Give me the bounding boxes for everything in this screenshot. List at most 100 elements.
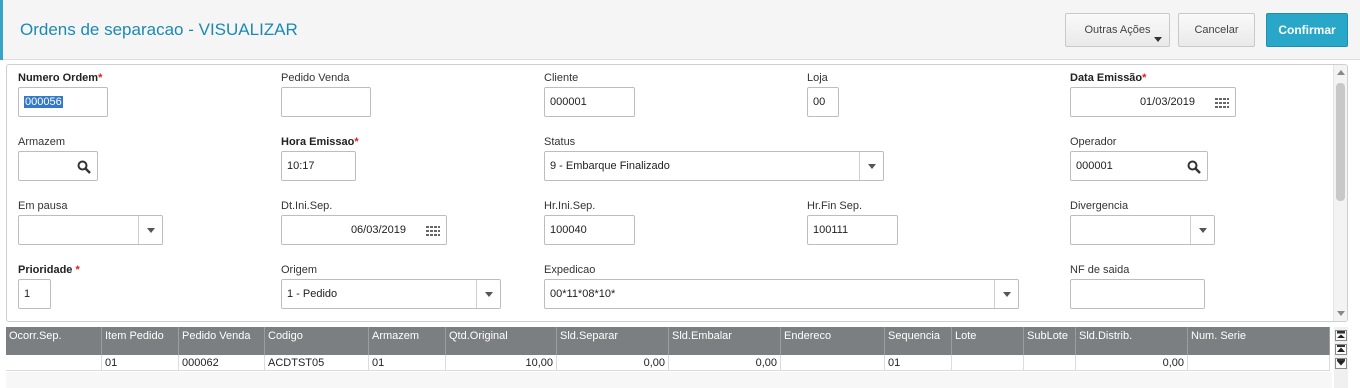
pedido-venda-label: Pedido Venda: [281, 72, 350, 84]
table-row[interactable]: 01 000062 ACDTST05 01 10,00 0,00 0,00 01…: [6, 355, 1330, 371]
required-mark: *: [1142, 72, 1147, 84]
col-sld-separar[interactable]: Sld.Separar: [557, 327, 669, 355]
loja-field[interactable]: 00: [807, 87, 839, 117]
divergencia-label: Divergencia: [1070, 200, 1129, 212]
search-icon[interactable]: [1187, 160, 1201, 174]
calendar-icon[interactable]: [1215, 96, 1229, 110]
hora-emissao-field[interactable]: 10:17: [281, 151, 356, 181]
chevron-down-icon[interactable]: [859, 152, 883, 180]
operador-label: Operador: [1070, 136, 1117, 148]
cell-num-serie: [1188, 355, 1330, 371]
form-scrollbar[interactable]: [1333, 65, 1347, 321]
scroll-top-icon[interactable]: [1335, 330, 1347, 341]
cell-armazem: 01: [369, 355, 446, 371]
em-pausa-select[interactable]: [18, 215, 163, 245]
scroll-up-icon[interactable]: [1335, 344, 1347, 355]
chevron-down-icon[interactable]: [1190, 216, 1214, 244]
origem-label: Origem: [281, 264, 318, 276]
page-title: Ordens de separacao - VISUALIZAR: [20, 20, 298, 39]
armazem-field[interactable]: [18, 151, 98, 181]
col-pedido-venda[interactable]: Pedido Venda: [179, 327, 265, 355]
col-sld-embalar[interactable]: Sld.Embalar: [669, 327, 781, 355]
required-mark: *: [98, 72, 103, 84]
form-panel: Numero Ordem* 000056 Pedido Venda Client…: [6, 64, 1348, 322]
pedido-venda-field[interactable]: [281, 87, 371, 117]
down-arrow-icon: [1337, 361, 1345, 366]
divergencia-select[interactable]: [1070, 215, 1215, 245]
cell-sld-separar: 0,00: [557, 355, 669, 371]
dt-ini-sep-field[interactable]: 06/03/2019: [281, 215, 447, 245]
col-item-pedido[interactable]: Item Pedido: [102, 327, 179, 355]
search-icon[interactable]: [77, 160, 91, 174]
cliente-field[interactable]: 000001: [544, 87, 635, 117]
cell-sld-embalar: 0,00: [669, 355, 781, 371]
origem-value: 1 - Pedido: [287, 288, 338, 300]
double-up-arrow-icon: [1337, 332, 1345, 338]
col-num-serie[interactable]: Num. Serie: [1188, 327, 1330, 355]
expedicao-label: Expedicao: [544, 264, 596, 276]
dt-ini-sep-label: Dt.Ini.Sep.: [281, 200, 333, 212]
cell-qtd-original: 10,00: [446, 355, 557, 371]
hr-ini-sep-field[interactable]: 100040: [544, 215, 635, 245]
cell-ocorr-sep: [6, 355, 102, 371]
cell-pedido-venda: 000062: [179, 355, 265, 371]
col-armazem[interactable]: Armazem: [369, 327, 446, 355]
data-emissao-value: 01/03/2019: [1139, 96, 1195, 108]
cell-codigo: ACDTST05: [265, 355, 369, 371]
prioridade-label: Prioridade *: [18, 264, 80, 276]
hr-fin-sep-field[interactable]: 100111: [807, 215, 898, 245]
numero-ordem-field[interactable]: 000056: [18, 87, 108, 117]
calendar-icon[interactable]: [426, 224, 440, 238]
armazem-label: Armazem: [18, 136, 66, 148]
cell-endereco: [781, 355, 885, 371]
cell-sublote: [1024, 355, 1076, 371]
scroll-up-arrow-icon[interactable]: [1337, 70, 1345, 75]
nf-saida-field[interactable]: [1070, 279, 1205, 309]
chevron-down-icon[interactable]: [994, 280, 1018, 308]
cell-lote: [952, 355, 1024, 371]
dt-ini-sep-value: 06/03/2019: [350, 224, 406, 236]
required-mark: *: [354, 136, 359, 148]
prioridade-field[interactable]: 1: [18, 279, 51, 309]
operador-field[interactable]: 000001: [1070, 151, 1208, 181]
hr-fin-sep-label: Hr.Fin Sep.: [807, 200, 863, 212]
col-qtd-original[interactable]: Qtd.Original: [446, 327, 557, 355]
origem-select[interactable]: 1 - Pedido: [281, 279, 501, 309]
hora-emissao-label-text: Hora Emissao: [281, 136, 355, 148]
col-codigo[interactable]: Codigo: [265, 327, 369, 355]
header-bar: Ordens de separacao - VISUALIZAR Outras …: [0, 0, 1360, 60]
caret-down-icon: [1154, 37, 1162, 42]
status-select[interactable]: 9 - Embarque Finalizado: [544, 151, 884, 181]
numero-ordem-label-text: Numero Ordem: [18, 72, 99, 84]
cancel-button[interactable]: Cancelar: [1178, 13, 1255, 47]
data-emissao-field[interactable]: 01/03/2019: [1070, 87, 1236, 117]
em-pausa-label: Em pausa: [18, 200, 68, 212]
cell-sequencia: 01: [885, 355, 952, 371]
other-actions-label: Outras Ações: [1084, 24, 1151, 36]
hora-emissao-label: Hora Emissao*: [281, 136, 359, 148]
data-emissao-label-text: Data Emissão: [1070, 72, 1143, 84]
col-sequencia[interactable]: Sequencia: [885, 327, 952, 355]
scroll-down-arrow-icon[interactable]: [1337, 311, 1345, 316]
col-sublote[interactable]: SubLote: [1024, 327, 1076, 355]
expedicao-value: 00*11*08*10*: [550, 288, 616, 300]
col-endereco[interactable]: Endereco: [781, 327, 885, 355]
chevron-down-icon[interactable]: [138, 216, 162, 244]
loja-label: Loja: [807, 72, 828, 84]
scrollbar-thumb[interactable]: [1336, 83, 1345, 201]
expedicao-select[interactable]: 00*11*08*10*: [544, 279, 1019, 309]
col-sld-distrib[interactable]: Sld.Distrib.: [1076, 327, 1188, 355]
cell-sld-distrib: 0,00: [1076, 355, 1188, 371]
chevron-down-icon[interactable]: [476, 280, 500, 308]
hr-ini-sep-label: Hr.Ini.Sep.: [544, 200, 596, 212]
col-lote[interactable]: Lote: [952, 327, 1024, 355]
up-arrow-icon: [1337, 347, 1345, 352]
items-grid: Ocorr.Sep. Item Pedido Pedido Venda Codi…: [6, 327, 1332, 388]
numero-ordem-label: Numero Ordem*: [18, 72, 102, 84]
grid-scrollbar[interactable]: [1334, 327, 1348, 388]
confirm-button[interactable]: Confirmar: [1266, 13, 1348, 47]
scroll-down-icon[interactable]: [1335, 358, 1347, 369]
col-ocorr-sep[interactable]: Ocorr.Sep.: [6, 327, 102, 355]
operador-value: 000001: [1076, 160, 1113, 172]
other-actions-button[interactable]: Outras Ações: [1065, 13, 1170, 47]
